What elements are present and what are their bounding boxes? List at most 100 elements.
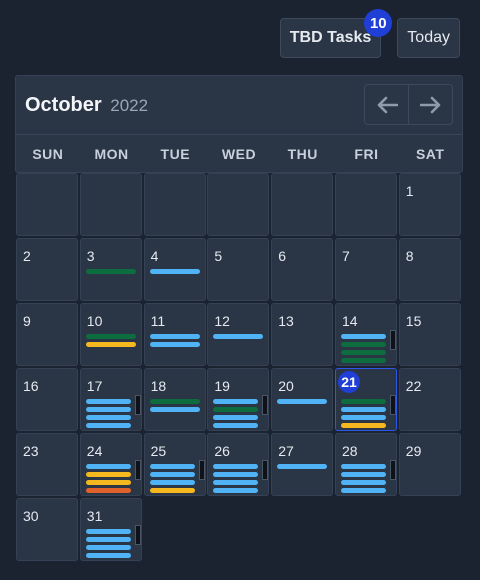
more-events-indicator[interactable]: [262, 395, 269, 415]
event-bar[interactable]: [213, 415, 259, 420]
day-cell-11[interactable]: 11: [143, 303, 206, 366]
event-bar[interactable]: [213, 407, 259, 412]
day-cell-18[interactable]: 18: [143, 368, 206, 431]
event-bar[interactable]: [213, 399, 259, 404]
event-bar[interactable]: [85, 415, 131, 420]
event-bar[interactable]: [85, 488, 131, 493]
day-cell-20[interactable]: 20: [271, 368, 334, 431]
more-events-indicator[interactable]: [390, 330, 396, 350]
event-bar[interactable]: [213, 480, 259, 485]
event-bar[interactable]: [85, 269, 136, 274]
event-bar[interactable]: [213, 472, 259, 477]
event-bar[interactable]: [341, 472, 386, 477]
day-cell-2[interactable]: 2: [16, 238, 78, 301]
day-cell-23[interactable]: 23: [16, 433, 78, 496]
event-bar[interactable]: [85, 342, 136, 347]
day-number: 9: [23, 313, 31, 329]
more-events-indicator[interactable]: [262, 460, 269, 480]
event-bar[interactable]: [213, 464, 259, 469]
day-cell-7[interactable]: 7: [335, 238, 397, 301]
day-cell-6[interactable]: 6: [271, 238, 334, 301]
day-cell-14[interactable]: 14: [335, 303, 397, 366]
day-cell-22[interactable]: 22: [398, 368, 461, 431]
event-bar[interactable]: [213, 334, 264, 339]
event-bar[interactable]: [85, 464, 131, 469]
weekday-row: SUN MON TUE WED THU FRI SAT: [16, 146, 462, 162]
event-bar[interactable]: [85, 334, 136, 339]
event-bar[interactable]: [341, 423, 386, 428]
day-cell-16[interactable]: 16: [16, 368, 78, 431]
weekday-sun: SUN: [32, 146, 64, 162]
day-cell-19[interactable]: 19: [207, 368, 270, 431]
weekday-tue: TUE: [160, 146, 191, 162]
day-cell-12[interactable]: 12: [207, 303, 270, 366]
day-cell-26[interactable]: 26: [207, 433, 270, 496]
event-bar[interactable]: [149, 399, 200, 404]
event-bar[interactable]: [85, 480, 131, 485]
event-bar[interactable]: [341, 407, 386, 412]
event-bar[interactable]: [341, 464, 386, 469]
event-bar[interactable]: [277, 399, 328, 404]
event-bar[interactable]: [85, 545, 131, 550]
tbd-tasks-button[interactable]: TBD Tasks 10: [279, 9, 393, 58]
event-bar[interactable]: [149, 472, 195, 477]
more-events-indicator[interactable]: [134, 460, 141, 480]
today-button[interactable]: Today: [397, 18, 460, 58]
day-cell-17[interactable]: 17: [79, 368, 142, 431]
more-events-indicator[interactable]: [390, 395, 396, 415]
more-events-indicator[interactable]: [134, 525, 141, 545]
day-cell-21[interactable]: 21: [335, 368, 397, 431]
day-cell-10[interactable]: 10: [79, 303, 142, 366]
prev-month-button[interactable]: [365, 85, 408, 124]
event-bar[interactable]: [85, 472, 131, 477]
event-bar[interactable]: [341, 334, 386, 339]
day-cell-4[interactable]: 4: [143, 238, 206, 301]
event-bar[interactable]: [341, 350, 386, 355]
event-bar[interactable]: [341, 488, 386, 493]
day-cell-29[interactable]: 29: [398, 433, 461, 496]
day-cell-30[interactable]: 30: [16, 498, 78, 561]
event-bar[interactable]: [149, 269, 200, 274]
event-bar[interactable]: [85, 399, 131, 404]
day-cell-31[interactable]: 31: [79, 498, 142, 561]
event-bar[interactable]: [149, 342, 200, 347]
event-bar[interactable]: [213, 423, 259, 428]
day-cell-25[interactable]: 25: [143, 433, 206, 496]
event-bar[interactable]: [85, 423, 131, 428]
day-number: 5: [214, 248, 223, 264]
event-bar[interactable]: [85, 537, 131, 542]
day-cell-8[interactable]: 8: [398, 238, 461, 301]
day-cell-27[interactable]: 27: [271, 433, 334, 496]
day-cell-15[interactable]: 15: [398, 303, 461, 366]
day-number: 2: [23, 248, 31, 264]
day-cell-28[interactable]: 28: [335, 433, 397, 496]
day-number: 28: [342, 443, 358, 459]
more-events-indicator[interactable]: [134, 395, 141, 415]
event-bar[interactable]: [85, 407, 131, 412]
event-bar[interactable]: [149, 407, 200, 412]
next-month-button[interactable]: [408, 85, 452, 124]
more-events-indicator[interactable]: [198, 460, 205, 480]
day-cell-13[interactable]: 13: [271, 303, 334, 366]
day-cell-1[interactable]: 1: [398, 173, 461, 236]
event-bar[interactable]: [85, 529, 131, 534]
event-bar[interactable]: [149, 480, 195, 485]
event-bar[interactable]: [85, 553, 131, 558]
event-bar[interactable]: [149, 464, 195, 469]
day-number: 16: [23, 378, 39, 394]
day-cell-5[interactable]: 5: [207, 238, 270, 301]
event-bar[interactable]: [213, 488, 259, 493]
day-cell-24[interactable]: 24: [79, 433, 142, 496]
event-bar[interactable]: [341, 358, 386, 363]
event-bar[interactable]: [149, 334, 200, 339]
month-title: October 2022: [25, 94, 148, 117]
day-cell-9[interactable]: 9: [16, 303, 78, 366]
event-bar[interactable]: [149, 488, 195, 493]
event-bar[interactable]: [277, 464, 328, 469]
event-bar[interactable]: [341, 415, 386, 420]
day-cell-3[interactable]: 3: [79, 238, 142, 301]
event-bar[interactable]: [341, 399, 386, 404]
event-bar[interactable]: [341, 342, 386, 347]
event-bar[interactable]: [341, 480, 386, 485]
more-events-indicator[interactable]: [390, 460, 396, 480]
